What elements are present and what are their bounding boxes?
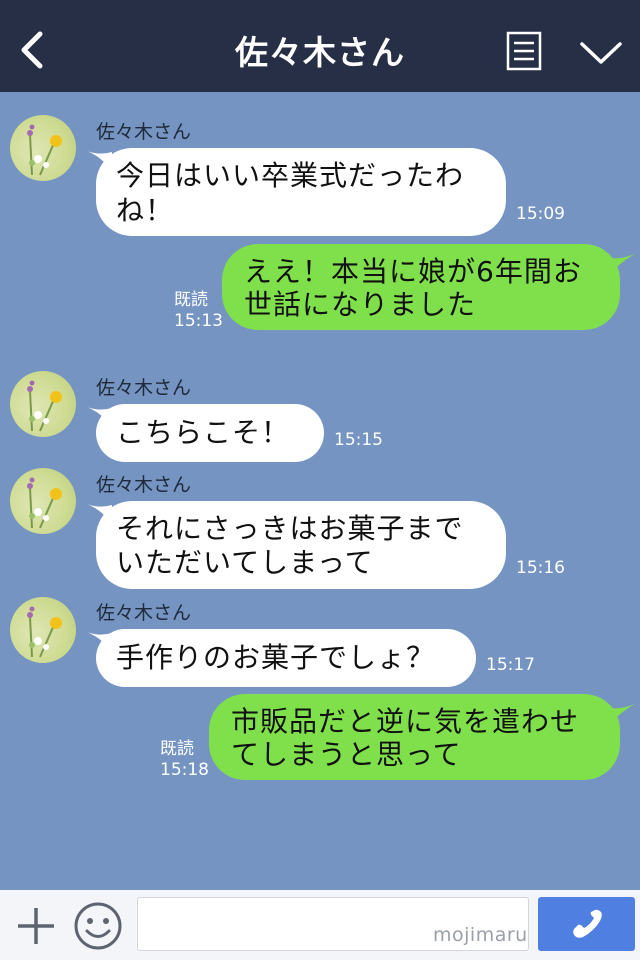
message-time: 15:09 (516, 204, 565, 224)
phone-icon (573, 909, 602, 938)
message-bubble[interactable]: 手作りのお菓子でしょ？ (96, 629, 476, 687)
message-line: こちらこそ！ (116, 416, 291, 449)
message-time: 15:16 (516, 558, 565, 578)
sender-name: 佐々木さん (96, 121, 192, 143)
flower-icon (27, 477, 62, 529)
message-line: それにさっきはお菓子まで (116, 512, 464, 545)
message-bubble[interactable]: ええ！本当に娘が6年間お 世話になりました (222, 244, 620, 330)
message-time: 15:17 (486, 655, 535, 675)
flower-icon (27, 606, 62, 658)
read-receipt: 既読 (160, 739, 194, 759)
message-time: 15:18 (160, 760, 209, 780)
message-line: てしまうと思って (231, 738, 462, 771)
read-receipt: 既読 (174, 290, 208, 310)
flower-icon (27, 380, 62, 432)
message-bubble[interactable]: こちらこそ！ (96, 404, 324, 462)
message-bubble[interactable]: それにさっきはお菓子まで いただいてしまって (96, 501, 506, 589)
avatar[interactable] (10, 371, 76, 437)
sender-name: 佐々木さん (96, 602, 192, 624)
avatar[interactable] (10, 468, 76, 534)
flower-icon (27, 124, 62, 176)
message-line: ええ！本当に娘が6年間お (244, 255, 582, 288)
message-bubble[interactable]: 市販品だと逆に気を遣わせ てしまうと思って (209, 694, 620, 780)
message-line: ね！ (116, 194, 175, 227)
call-button[interactable] (538, 897, 635, 951)
message-line: 今日はいい卒業式だったわ (116, 159, 465, 192)
watermark: mojimaru (433, 924, 528, 946)
message-line: 市販品だと逆に気を遣わせ (231, 705, 580, 738)
chevron-down-icon[interactable] (578, 38, 624, 68)
avatar[interactable] (10, 597, 76, 663)
message-bubble[interactable]: 今日はいい卒業式だったわ ね！ (96, 148, 506, 236)
message-line: 手作りのお菓子でしょ？ (116, 641, 436, 674)
sender-name: 佐々木さん (96, 377, 192, 399)
message-time: 15:13 (174, 311, 223, 331)
smiley-icon[interactable] (72, 900, 124, 952)
message-line: 世話になりました (244, 288, 477, 321)
sender-name: 佐々木さん (96, 474, 192, 496)
avatar[interactable] (10, 115, 76, 181)
plus-icon[interactable] (14, 904, 58, 948)
menu-lines-icon[interactable] (506, 31, 542, 71)
chat-header: 佐々木さん (0, 0, 640, 92)
chat-title: 佐々木さん (235, 33, 405, 72)
message-line: いただいてしまって (116, 546, 374, 579)
message-time: 15:15 (334, 430, 383, 450)
